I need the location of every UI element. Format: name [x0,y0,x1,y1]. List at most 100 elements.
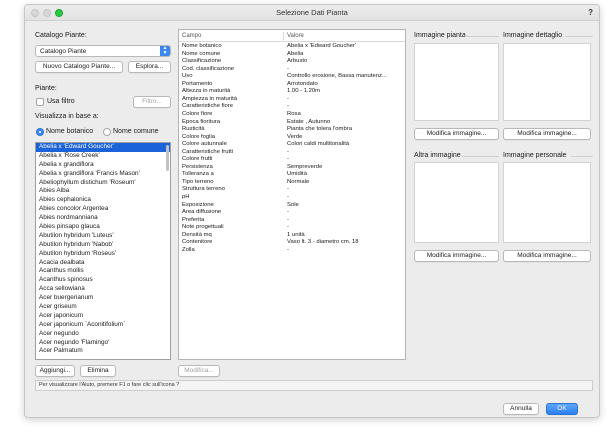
radio-common-name[interactable] [103,128,111,136]
table-row[interactable]: Uso Controllo erosione, Bassa manutenz... [179,73,405,81]
chevron-updown-icon: ▲ ▼ [160,46,170,56]
field-cell: Contenitore [182,239,213,246]
table-row[interactable]: Nome botanico Abelia x 'Edward Goucher' [179,43,405,51]
table-row[interactable]: Portamento Arrotondato [179,81,405,89]
table-row[interactable]: Nome comune Abelia [179,51,405,59]
group-divider [565,36,593,37]
modify-detail-image-button[interactable]: Modifica immagine... [503,128,591,140]
value-cell: - [287,65,289,72]
field-cell: Colore foglia [182,133,216,140]
catalog-select[interactable]: Catalogo Piante ▲ ▼ [35,45,171,57]
list-item[interactable]: Abelia x grandiflora [36,161,170,170]
table-row[interactable]: Rusticità Pianta che tolera l'ombra [179,126,405,134]
plant-list[interactable]: Abelia x 'Edward Goucher' Abelia x 'Rose … [35,142,171,360]
table-row[interactable]: Classificazione Arbusto [179,58,405,66]
list-item[interactable]: Abelia x grandiflora 'Francis Mason' [36,170,170,179]
field-cell: Ampiezza in maturità [182,95,238,102]
modify-data-button[interactable]: Modifica... [178,365,220,377]
table-row[interactable]: Epoca fioritura Estate , Autunno [179,119,405,127]
value-cell: Vaso lt. 3 - diametro cm. 18 [287,239,359,246]
value-cell: Sole [287,201,299,208]
plant-data-table[interactable]: Campo Valore Nome botanico Abelia x 'Edwa… [178,29,406,360]
list-scrollbar[interactable] [166,145,169,171]
list-item[interactable]: Abies pinsapo glauca [36,223,170,232]
table-row[interactable]: Colore fiore Rosa [179,111,405,119]
window-title: Selezione Dati Pianta [276,8,348,17]
ok-button[interactable]: OK [546,403,578,415]
browse-button[interactable]: Esplora... [128,61,171,73]
list-item[interactable]: Acer griseum [36,303,170,312]
other-image-title: Altra immagine [414,152,461,159]
list-item[interactable]: Acer negundo 'Flamingo' [36,339,170,348]
table-row[interactable]: Struttura terreno - [179,186,405,194]
column-header-field[interactable]: Campo [182,33,201,39]
add-plant-button[interactable]: Aggiungi... [35,365,75,377]
table-row[interactable]: Altezza in maturità 1.00 - 1.20m [179,88,405,96]
table-row[interactable]: Colore foglia Verde [179,134,405,142]
table-row[interactable]: Tolleranza a Umidità [179,171,405,179]
filter-button[interactable]: Filtro... [133,96,171,108]
list-item[interactable]: Acer buergerianum [36,294,170,303]
table-row[interactable]: Colore frutti - [179,156,405,164]
value-cell: Abelia [287,50,304,57]
list-item[interactable]: Acer negundo [36,330,170,339]
table-row[interactable]: Densità mq 1 unità [179,232,405,240]
list-item[interactable]: Abelia x 'Edward Goucher' [36,143,170,152]
use-filter-checkbox[interactable] [36,98,44,106]
field-cell: Caratteristiche frutti [182,148,234,155]
cancel-button[interactable]: Annulla [503,403,539,415]
value-cell: - [287,216,289,223]
list-item[interactable]: Abutilon hybridum 'Luteus' [36,232,170,241]
list-item[interactable]: Abelia x 'Rose Creek' [36,152,170,161]
catalog-select-value: Catalogo Piante [40,47,87,55]
modify-plant-image-button[interactable]: Modifica immagine... [414,128,499,140]
list-item[interactable]: Abies concolor Argentea [36,205,170,214]
value-cell: Rosa [287,110,301,117]
table-row[interactable]: Zolla - [179,247,405,255]
delete-plant-button[interactable]: Elimina [80,365,116,377]
modify-other-image-button[interactable]: Modifica immagine... [414,250,499,262]
value-cell: - [287,194,289,200]
list-item[interactable]: Acca sellowiana [36,285,170,294]
table-row[interactable]: Tipo terreno Normale [179,179,405,187]
table-row[interactable]: Contenitore Vaso lt. 3 - diametro cm. 18 [179,239,405,247]
view-by-label: Visualizza in base a: [35,113,99,120]
list-item[interactable]: Acanthus spinosus [36,276,170,285]
group-divider [465,36,499,37]
header-divider [179,41,405,42]
list-item[interactable]: Acanthus mollis [36,267,170,276]
list-item[interactable]: Abutilon hybridum 'Roseus' [36,250,170,259]
list-item[interactable]: Abies nordmanniana [36,214,170,223]
field-cell: Tipo terreno [182,178,214,185]
list-item[interactable]: Acer Palmatum [36,347,170,356]
list-item[interactable]: Abeliophyllum distichum 'Roseum' [36,179,170,188]
new-catalog-button[interactable]: Nuovo Catalogo Piante... [35,61,123,73]
table-row[interactable]: Preferita - [179,217,405,225]
list-item[interactable]: Abutilon hybridum 'Nabob' [36,241,170,250]
plant-image-title: Immagine pianta [414,32,466,39]
list-item[interactable]: Abies cephalonica [36,196,170,205]
field-cell: Struttura terreno [182,186,225,193]
table-row[interactable]: Caratteristiche frutti - [179,149,405,157]
column-header-value[interactable]: Valore [287,33,304,39]
table-row[interactable]: Note progettuali - [179,224,405,232]
table-row[interactable]: Cod. classificazione - [179,66,405,74]
radio-botanical-name[interactable] [36,128,44,136]
value-cell: Pianta che tolera l'ombra [287,126,352,133]
table-row[interactable]: Ampiezza in maturità - [179,96,405,104]
table-row[interactable]: pH - [179,194,405,202]
help-icon[interactable]: ? [588,8,593,17]
list-item[interactable]: Acer japonicum `Aconitifolium` [36,321,170,330]
value-cell: Abelia x 'Edward Goucher' [287,43,357,49]
list-item[interactable]: Acer japonicum [36,312,170,321]
table-row[interactable]: Caratteristiche fiore - [179,103,405,111]
table-row[interactable]: Persistenza Sempreverde [179,164,405,172]
table-row[interactable]: Area diffusione - [179,209,405,217]
plants-label: Piante: [35,85,57,92]
table-row[interactable]: Esposizione Sole [179,202,405,210]
list-item[interactable]: Abies Alba [36,187,170,196]
list-item[interactable]: Acacia dealbata [36,259,170,268]
field-cell: Caratteristiche fiore [182,103,234,110]
table-row[interactable]: Colore autunnale Colori caldi multitonali… [179,141,405,149]
modify-personal-image-button[interactable]: Modifica immagine... [503,250,591,262]
